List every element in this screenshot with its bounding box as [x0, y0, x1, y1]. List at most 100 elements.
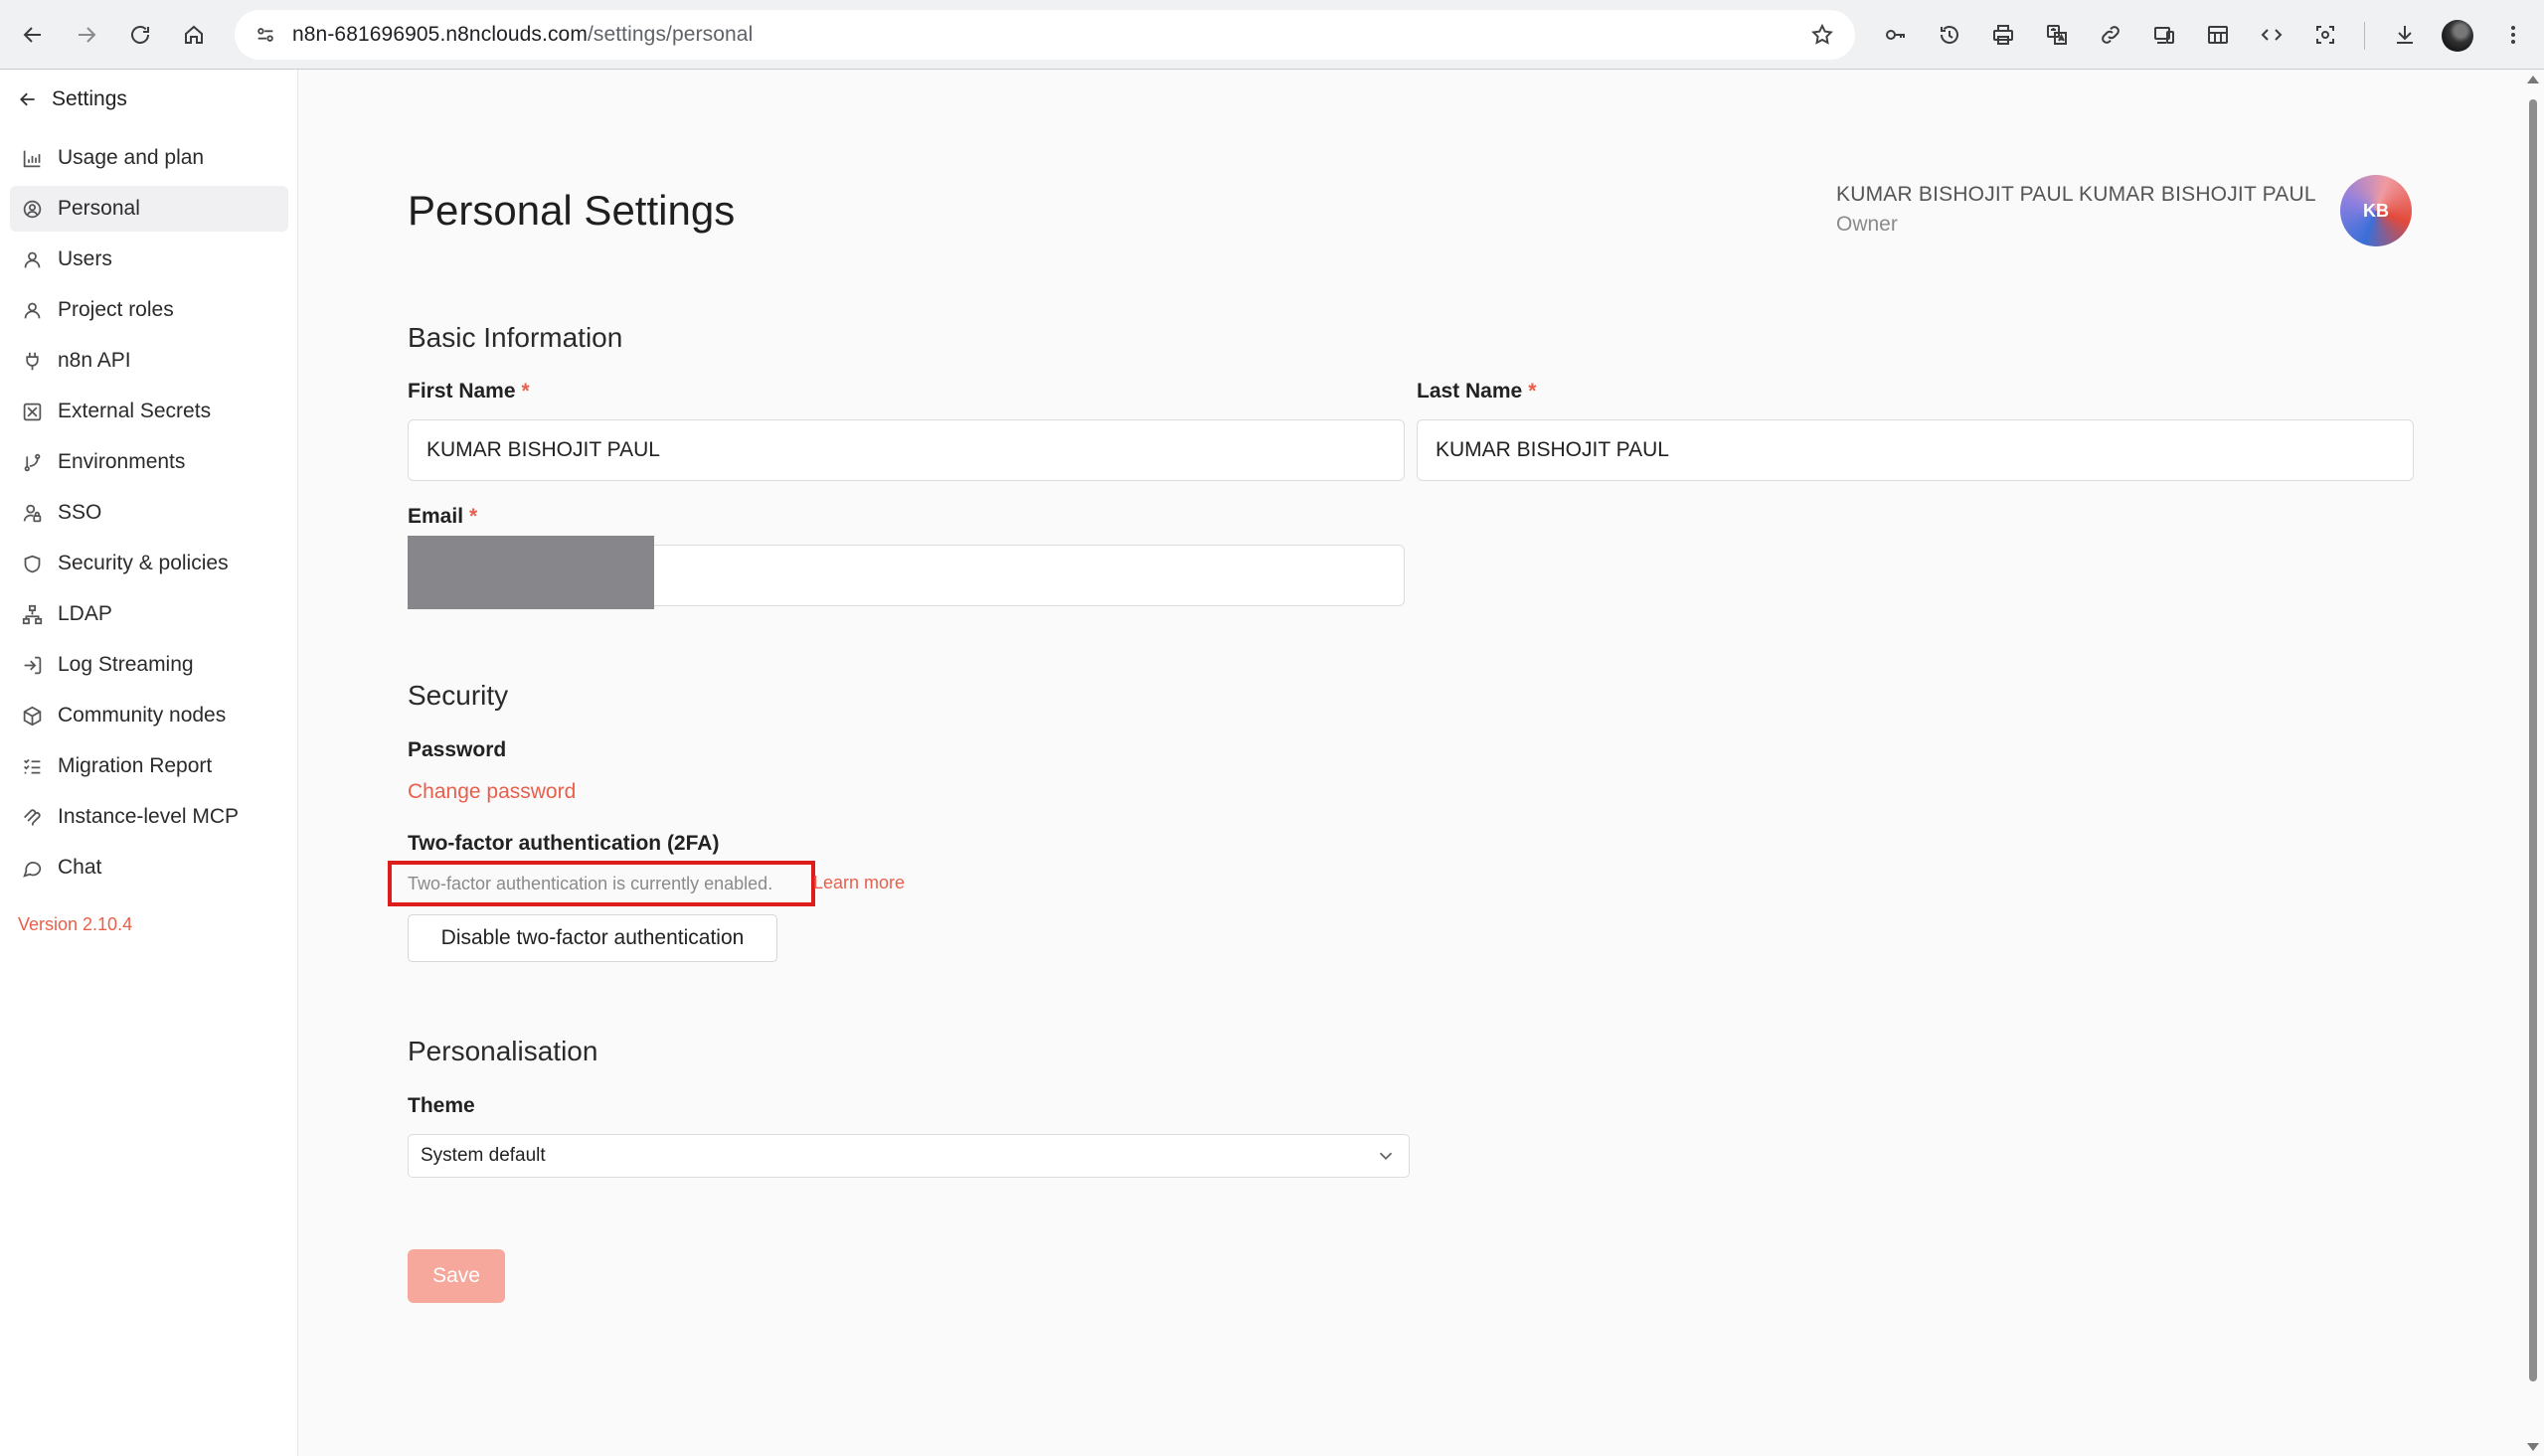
scrollbar-thumb[interactable]: [2529, 99, 2537, 1381]
change-password-link[interactable]: Change password: [408, 780, 576, 804]
required-marker: *: [469, 505, 478, 528]
theme-label: Theme: [408, 1094, 475, 1117]
page-title: Personal Settings: [408, 187, 736, 234]
sidebar-item-personal[interactable]: Personal: [10, 186, 288, 232]
user-name: KUMAR BISHOJIT PAUL KUMAR BISHOJIT PAUL: [1836, 183, 2316, 206]
sidebar-item-usage-and-plan[interactable]: Usage and plan: [10, 135, 288, 181]
home-icon[interactable]: [177, 18, 211, 52]
chat-bubble-icon: [20, 856, 44, 880]
password-key-icon[interactable]: [1879, 18, 1913, 52]
back-to-settings[interactable]: Settings: [18, 87, 127, 111]
sidebar-item-label: Community nodes: [58, 704, 227, 727]
code-icon[interactable]: [2255, 18, 2289, 52]
sidebar-item-label: LDAP: [58, 602, 112, 625]
reload-icon[interactable]: [123, 18, 157, 52]
scroll-down-icon[interactable]: [2527, 1443, 2539, 1451]
disable-2fa-button[interactable]: Disable two-factor authentication: [408, 914, 777, 962]
sidebar-item-sso[interactable]: SSO: [10, 490, 288, 536]
sidebar-item-label: Security & policies: [58, 552, 229, 574]
section-title-personalisation: Personalisation: [408, 1036, 598, 1066]
address-bar[interactable]: n8n-681696905.n8nclouds.com/settings/per…: [235, 10, 1855, 60]
list-checks-icon: [20, 754, 44, 778]
chevron-down-icon: [1379, 1152, 1393, 1161]
link-icon[interactable]: [2094, 18, 2127, 52]
kebab-menu-icon[interactable]: [2496, 18, 2530, 52]
sidebar-item-migration-report[interactable]: Migration Report: [10, 743, 288, 789]
password-label: Password: [408, 738, 507, 761]
user-role: Owner: [1836, 213, 1898, 236]
browser-toolbar: n8n-681696905.n8nclouds.com/settings/per…: [0, 0, 2544, 70]
log-in-icon: [20, 653, 44, 677]
first-name-label: First Name *: [408, 380, 530, 403]
redacted-email-block: [408, 536, 654, 609]
sidebar-item-label: Chat: [58, 856, 102, 879]
user-circle-icon: [20, 197, 44, 221]
last-name-label: Last Name *: [1417, 380, 1537, 403]
save-button[interactable]: Save: [408, 1249, 505, 1303]
required-marker: *: [1528, 380, 1537, 403]
sidebar-item-label: Log Streaming: [58, 653, 194, 676]
user-lock-icon: [20, 501, 44, 525]
avatar: KB: [2340, 175, 2412, 246]
theme-select-value: System default: [421, 1145, 546, 1166]
url-text: n8n-681696905.n8nclouds.com/settings/per…: [292, 23, 754, 46]
required-marker: *: [521, 380, 530, 403]
scroll-up-icon[interactable]: [2527, 76, 2539, 83]
forward-arrow-icon[interactable]: [70, 18, 103, 52]
arrow-left-icon: [20, 92, 35, 106]
sidebar-item-external-secrets[interactable]: External Secrets: [10, 389, 288, 434]
theme-select[interactable]: System default: [408, 1134, 1410, 1178]
sidebar-item-ldap[interactable]: LDAP: [10, 591, 288, 637]
browser-profile-avatar[interactable]: [2442, 20, 2473, 52]
sidebar-item-users[interactable]: Users: [10, 237, 288, 282]
version-text: Version 2.10.4: [18, 914, 133, 934]
learn-more-link[interactable]: Learn more: [813, 873, 905, 893]
screenshot-icon[interactable]: [2308, 18, 2342, 52]
sidebar-item-project-roles[interactable]: Project roles: [10, 287, 288, 333]
site-info-icon[interactable]: [251, 20, 280, 50]
section-title-security: Security: [408, 680, 509, 711]
sidebar-item-label: Users: [58, 247, 112, 270]
sidebar-item-label: External Secrets: [58, 400, 212, 422]
devices-icon[interactable]: [2147, 18, 2181, 52]
download-icon[interactable]: [2388, 18, 2422, 52]
sidebar-item-environments[interactable]: Environments: [10, 439, 288, 485]
vault-icon: [20, 400, 44, 423]
sidebar-item-label: Usage and plan: [58, 146, 205, 169]
back-arrow-icon[interactable]: [16, 18, 50, 52]
first-name-field[interactable]: KUMAR BISHOJIT PAUL: [408, 419, 1405, 481]
sidebar-item-label: Environments: [58, 450, 186, 473]
sidebar-item-label: Instance-level MCP: [58, 805, 240, 828]
user-icon: [20, 247, 44, 271]
user-info: KUMAR BISHOJIT PAUL KUMAR BISHOJIT PAUL …: [1836, 183, 2333, 237]
git-branch-icon: [20, 450, 44, 474]
back-label: Settings: [52, 87, 127, 110]
translate-icon[interactable]: [2040, 18, 2074, 52]
sidebar-item-label: SSO: [58, 501, 102, 524]
mcp-icon: [20, 805, 44, 829]
sidebar-item-community-nodes[interactable]: Community nodes: [10, 693, 288, 738]
shield-icon: [20, 552, 44, 575]
page-scrollbar[interactable]: [2522, 70, 2544, 1456]
last-name-field[interactable]: KUMAR BISHOJIT PAUL: [1417, 419, 2414, 481]
sidebar-item-security-and-policies[interactable]: Security & policies: [10, 541, 288, 586]
sidebar-item-chat[interactable]: Chat: [10, 845, 288, 890]
history-icon[interactable]: [1933, 18, 1966, 52]
section-title-basic-information: Basic Information: [408, 322, 623, 353]
sidebar-item-label: Personal: [58, 197, 140, 220]
twofa-label: Two-factor authentication (2FA): [408, 832, 720, 855]
toolbar-divider: [2364, 22, 2365, 50]
bar-chart-icon: [20, 146, 44, 170]
network-icon: [20, 602, 44, 626]
box-icon: [20, 704, 44, 728]
bookmark-star-icon[interactable]: [1807, 20, 1837, 50]
sidebar-item-log-streaming[interactable]: Log Streaming: [10, 642, 288, 688]
sidebar-item-n8n-api[interactable]: n8n API: [10, 338, 288, 384]
sidebar-item-instance-level-mcp[interactable]: Instance-level MCP: [10, 794, 288, 840]
settings-sidebar: Settings Usage and plan Personal Users P…: [0, 70, 298, 1456]
sidebar-item-label: Migration Report: [58, 754, 213, 777]
table-icon[interactable]: [2201, 18, 2235, 52]
print-icon[interactable]: [1986, 18, 2020, 52]
twofa-status-text: Two-factor authentication is currently e…: [388, 861, 815, 906]
user-icon: [20, 298, 44, 322]
